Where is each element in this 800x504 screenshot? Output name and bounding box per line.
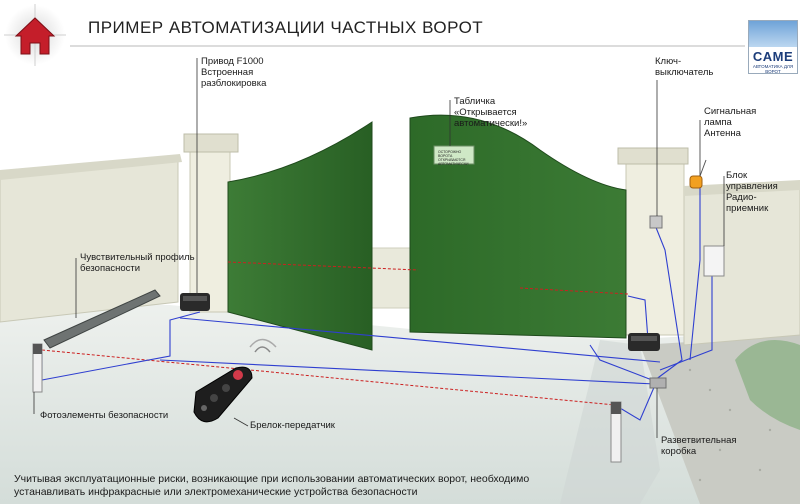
logo-graphic <box>749 21 797 47</box>
signal-lamp <box>689 159 707 189</box>
safety-note-text: Учитывая эксплуатационные риски, возника… <box>14 473 530 498</box>
diagram-stage: ПРИМЕР АВТОМАТИЗАЦИИ ЧАСТНЫХ ВОРОТ CAME … <box>0 0 800 504</box>
label-warning-sign: Табличка «Открывается автоматически!» <box>454 96 528 129</box>
warning-sign-text: ОСТОРОЖНО ВОРОТА ОТКРЫВАЮТСЯ АВТОМАТИЧЕС… <box>438 150 469 166</box>
label-drive: Привод F1000 Встроенная разблокировка <box>201 56 267 89</box>
back-wall <box>369 247 413 309</box>
label-control-unit: Блок управления Радио- приемник <box>726 170 778 214</box>
logo-tagline: АВТОМАТИКА ДЛЯ ВОРОТ <box>752 64 794 74</box>
label-signal-lamp: Сигнальная лампа Антенна <box>704 106 757 139</box>
motor-left <box>180 293 210 311</box>
page-title: ПРИМЕР АВТОМАТИЗАЦИИ ЧАСТНЫХ ВОРОТ <box>88 18 484 37</box>
label-key-switch: Ключ- выключатель <box>655 56 714 78</box>
key-switch <box>649 215 663 229</box>
motor-right <box>628 333 660 351</box>
photocell-right <box>610 401 622 463</box>
right-pillar <box>625 159 685 336</box>
junction-box <box>649 377 667 389</box>
label-safety-edge: Чувствительный профиль безопасности <box>80 252 195 274</box>
label-photocells: Фотоэлементы безопасности <box>40 410 169 421</box>
left-pillar <box>189 149 231 313</box>
label-remote: Брелок-передатчик <box>250 420 335 431</box>
photocell-left <box>32 343 43 393</box>
control-unit <box>703 245 725 277</box>
left-gate-leaf <box>227 121 373 351</box>
left-pillar-cap <box>183 133 239 153</box>
logo-wordmark: CAME <box>752 49 794 64</box>
home-icon <box>4 4 66 66</box>
label-junction-box: Разветвительная коробка <box>661 435 737 457</box>
safety-note: Учитывая эксплуатационные риски, возника… <box>14 473 529 499</box>
came-logo: CAME АВТОМАТИКА ДЛЯ ВОРОТ <box>748 20 798 74</box>
right-pillar-cap <box>617 147 689 165</box>
